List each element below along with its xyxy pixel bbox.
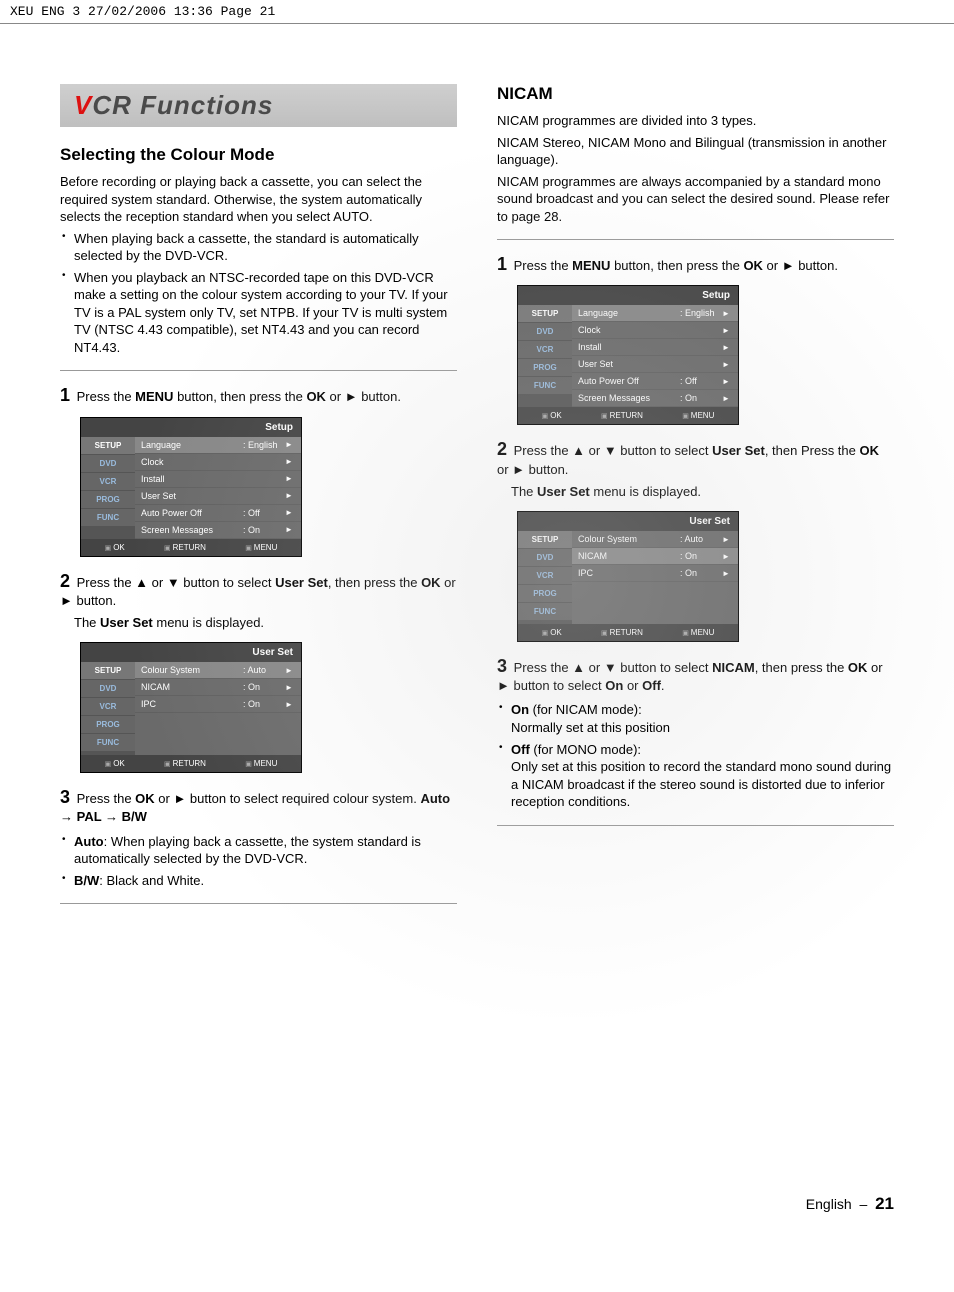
osd-side-prog: PROG <box>81 491 135 509</box>
step-subtext: The User Set menu is displayed. <box>74 614 457 632</box>
title-band: VCR Functions <box>60 84 457 127</box>
osd-side-func: FUNC <box>518 377 572 395</box>
intro-paragraph: Before recording or playing back a casse… <box>60 173 457 226</box>
osd-side-setup: SETUP <box>81 437 135 455</box>
divider <box>497 239 894 240</box>
osd-side-dvd: DVD <box>81 455 135 473</box>
osd-side-func: FUNC <box>81 509 135 527</box>
title-rest: CR Functions <box>92 90 273 120</box>
sub-auto: Auto: When playing back a cassette, the … <box>60 833 457 868</box>
osd-user-set-nicam: User Set SETUP DVD VCR PROG FUNC Colour … <box>517 511 739 642</box>
bullet-1: When playing back a cassette, the standa… <box>60 230 457 265</box>
osd-side-vcr: VCR <box>518 341 572 359</box>
section-heading-nicam: NICAM <box>497 84 894 104</box>
osd-setup-right: Setup SETUP DVD VCR PROG FUNC Language: … <box>517 285 739 425</box>
osd-side-dvd: DVD <box>81 680 135 698</box>
step-text: Press the ▲ or ▼ button to select User S… <box>497 443 879 476</box>
osd-side-vcr: VCR <box>518 567 572 585</box>
divider <box>60 370 457 371</box>
step-number: 3 <box>497 656 507 676</box>
osd-side-prog: PROG <box>518 585 572 603</box>
crop-mark-header: XEU ENG 3 27/02/2006 13:36 Page 21 <box>0 0 954 24</box>
nicam-intro-2: NICAM Stereo, NICAM Mono and Bilingual (… <box>497 134 894 169</box>
osd-title: Setup <box>81 418 301 437</box>
osd-footer: OKRETURNMENU <box>81 539 301 556</box>
right-step-3-sub: On (for NICAM mode):Normally set at this… <box>497 701 894 810</box>
step-text: Press the ▲ or ▼ button to select User S… <box>60 575 456 608</box>
osd-sidebar: SETUP DVD VCR PROG FUNC <box>81 437 135 539</box>
right-step-2: 2 Press the ▲ or ▼ button to select User… <box>497 439 894 501</box>
step-text: Press the MENU button, then press the OK… <box>514 258 838 273</box>
sub-bw: B/W: Black and White. <box>60 872 457 890</box>
sub-off: Off (for MONO mode):Only set at this pos… <box>497 741 894 811</box>
osd-side-prog: PROG <box>518 359 572 377</box>
step-number: 1 <box>497 254 507 274</box>
crop-header-text: XEU ENG 3 27/02/2006 13:36 Page 21 <box>10 4 275 19</box>
title-v: V <box>74 90 92 120</box>
footer-page-number: 21 <box>875 1194 894 1213</box>
osd-side-func: FUNC <box>81 734 135 752</box>
divider <box>60 903 457 904</box>
step-number: 3 <box>60 787 70 807</box>
left-step-3: 3 Press the OK or ► button to select req… <box>60 787 457 826</box>
osd-main: Language: English► Clock► Install► User … <box>135 437 301 539</box>
footer-dash: – <box>860 1196 868 1212</box>
step-text: Press the ▲ or ▼ button to select NICAM,… <box>497 660 883 693</box>
osd-title: User Set <box>81 643 301 662</box>
intro-bullets: When playing back a cassette, the standa… <box>60 230 457 357</box>
osd-side-setup: SETUP <box>518 531 572 549</box>
osd-title: Setup <box>518 286 738 305</box>
osd-side-vcr: VCR <box>81 698 135 716</box>
right-step-1: 1 Press the MENU button, then press the … <box>497 254 894 275</box>
step-text: Press the MENU button, then press the OK… <box>77 389 401 404</box>
osd-side-func: FUNC <box>518 603 572 621</box>
step-number: 2 <box>497 439 507 459</box>
right-step-3: 3 Press the ▲ or ▼ button to select NICA… <box>497 656 894 695</box>
left-step-1: 1 Press the MENU button, then press the … <box>60 385 457 406</box>
left-column: VCR Functions Selecting the Colour Mode … <box>60 84 457 918</box>
nicam-intro-3: NICAM programmes are always accompanied … <box>497 173 894 226</box>
osd-setup: Setup SETUP DVD VCR PROG FUNC Language: … <box>80 417 302 557</box>
osd-side-setup: SETUP <box>518 305 572 323</box>
step-subtext: The User Set menu is displayed. <box>511 483 894 501</box>
osd-user-set: User Set SETUP DVD VCR PROG FUNC Colour … <box>80 642 302 773</box>
osd-side-vcr: VCR <box>81 473 135 491</box>
osd-title: User Set <box>518 512 738 531</box>
osd-side-dvd: DVD <box>518 323 572 341</box>
osd-side-dvd: DVD <box>518 549 572 567</box>
step-number: 1 <box>60 385 70 405</box>
sub-on: On (for NICAM mode):Normally set at this… <box>497 701 894 736</box>
osd-side-prog: PROG <box>81 716 135 734</box>
left-step-3-sub: Auto: When playing back a cassette, the … <box>60 833 457 890</box>
step-number: 2 <box>60 571 70 591</box>
osd-side-setup: SETUP <box>81 662 135 680</box>
left-step-2: 2 Press the ▲ or ▼ button to select User… <box>60 571 457 633</box>
right-column: NICAM NICAM programmes are divided into … <box>497 84 894 918</box>
bullet-2: When you playback an NTSC-recorded tape … <box>60 269 457 357</box>
footer-language: English <box>806 1196 852 1212</box>
section-heading-colour-mode: Selecting the Colour Mode <box>60 145 457 165</box>
nicam-intro-1: NICAM programmes are divided into 3 type… <box>497 112 894 130</box>
page-footer: English – 21 <box>806 1194 894 1214</box>
divider <box>497 825 894 826</box>
step-text: Press the OK or ► button to select requi… <box>60 791 450 824</box>
